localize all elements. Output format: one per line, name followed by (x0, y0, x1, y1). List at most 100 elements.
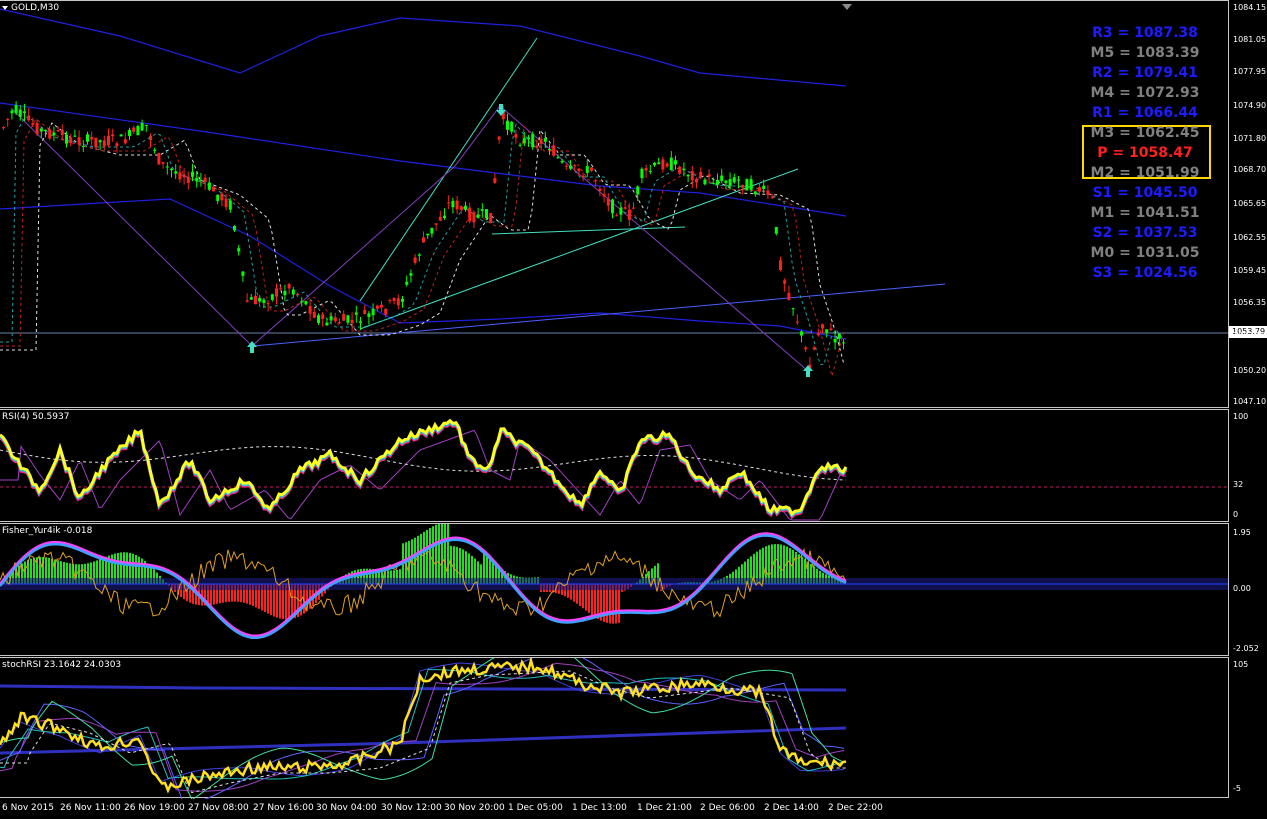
rsi-canvas[interactable] (0, 410, 1228, 523)
rsi-tick-0: 0 (1233, 510, 1239, 519)
stoch-rsi-pane[interactable]: stochRSI 23.1642 24.0303 (0, 657, 1228, 799)
time-label: 26 Nov 19:00 (124, 803, 185, 813)
rsi-label: RSI(4) 50.5937 (2, 412, 70, 422)
upper-envelope-line (0, 8, 847, 87)
candle-body (539, 138, 543, 144)
candle-body (552, 145, 556, 156)
candle-body (590, 167, 593, 171)
fisher-pane[interactable]: Fisher_Yur4ik -0.018 (0, 523, 1228, 656)
candle-body (493, 178, 497, 183)
pivot-level: M0 = 1031.05 (1090, 245, 1200, 261)
candle-body (359, 321, 362, 323)
fisher-canvas[interactable] (0, 524, 1228, 657)
candle-body (48, 129, 52, 139)
candle-body (438, 216, 442, 221)
candle-body (228, 200, 232, 210)
candle-body (333, 317, 337, 322)
candle-body (447, 202, 451, 204)
stoch-rsi-canvas[interactable] (0, 658, 1228, 799)
candle-body (443, 215, 446, 219)
pivot-level: M1 = 1041.51 (1090, 205, 1200, 221)
candle-body (842, 342, 845, 344)
rsi-axis: 100 32 0 (1228, 409, 1267, 522)
fisher-bar-positive (432, 526, 434, 584)
candle-body (766, 190, 770, 195)
candle-body (606, 198, 610, 206)
price-chart-canvas[interactable] (0, 1, 1228, 409)
rsi-line-cyan (0, 420, 848, 518)
candle-body (611, 199, 614, 214)
candle-body (300, 301, 304, 303)
pivot-level: S3 = 1024.56 (1092, 265, 1198, 281)
candle-body (157, 153, 161, 165)
candle-body (132, 127, 136, 132)
candle-body (94, 137, 98, 148)
candle-body (800, 331, 803, 336)
chart-shift-icon[interactable] (842, 4, 852, 10)
candle-body (737, 179, 740, 181)
candle-body (489, 213, 493, 223)
fisher-bar-positive (447, 524, 449, 584)
candle-body (6, 118, 10, 120)
candle-body (716, 179, 719, 185)
candle-body (283, 290, 287, 296)
price-tick: 1084.15 (1233, 3, 1267, 12)
symbol-label[interactable]: GOLD,M30 (2, 3, 59, 13)
candle-body (690, 171, 694, 181)
candle-body (111, 134, 115, 137)
candle-body (245, 300, 249, 302)
candle-body (468, 207, 472, 222)
candle-body (388, 300, 392, 302)
candle-body (602, 194, 606, 197)
fisher-tick-bottom: -2.052 (1233, 644, 1259, 653)
time-label: 30 Nov 04:00 (316, 803, 377, 813)
candle-body (237, 248, 241, 252)
candle-body (657, 162, 661, 165)
candle-body (262, 299, 266, 304)
candle-body (455, 200, 459, 210)
candle-body (287, 284, 291, 289)
price-tick: 1081.05 (1233, 35, 1267, 44)
candle-body (518, 144, 522, 146)
fan-line-2 (359, 168, 799, 330)
candle-body (371, 308, 375, 316)
chevron-down-icon[interactable] (2, 5, 8, 10)
candle-body (35, 122, 39, 135)
candle-body (338, 322, 341, 324)
fisher-bar-positive (420, 533, 422, 584)
candle-body (724, 180, 728, 184)
time-label: 26 Nov 11:00 (60, 803, 121, 813)
candle-body (480, 209, 484, 211)
candle-body (220, 193, 224, 201)
stoch-tick-top: 105 (1233, 660, 1249, 669)
fisher-bar-positive (441, 524, 443, 584)
candle-body (682, 168, 686, 171)
candle-body (241, 271, 245, 276)
rsi-pane[interactable]: RSI(4) 50.5937 (0, 409, 1228, 522)
fisher-tick-top: 1.95 (1233, 528, 1251, 537)
fisher-bar-positive (426, 529, 428, 584)
candle-body (816, 332, 820, 336)
candle-body (711, 182, 715, 184)
candle-body (73, 135, 77, 137)
candle-body (678, 166, 682, 174)
candle-body (128, 129, 131, 137)
candle-body (514, 134, 518, 138)
rsi-average-line (0, 446, 847, 481)
ma-mid-line (0, 118, 845, 378)
time-label: 1 Dec 05:00 (508, 803, 563, 813)
candle-body (686, 174, 690, 177)
candle-body (254, 295, 257, 305)
price-chart-pane[interactable]: GOLD,M30 (0, 0, 1228, 408)
candle-body (636, 186, 640, 195)
candle-body (321, 314, 325, 319)
candle-body (665, 163, 669, 167)
candle-body (375, 305, 379, 309)
candle-body (581, 175, 585, 178)
candle-body (476, 214, 480, 218)
candle-body (10, 110, 14, 114)
candle-body (556, 157, 560, 159)
candle-body (60, 129, 64, 135)
candle-body (233, 225, 236, 231)
candle-body (787, 292, 791, 300)
